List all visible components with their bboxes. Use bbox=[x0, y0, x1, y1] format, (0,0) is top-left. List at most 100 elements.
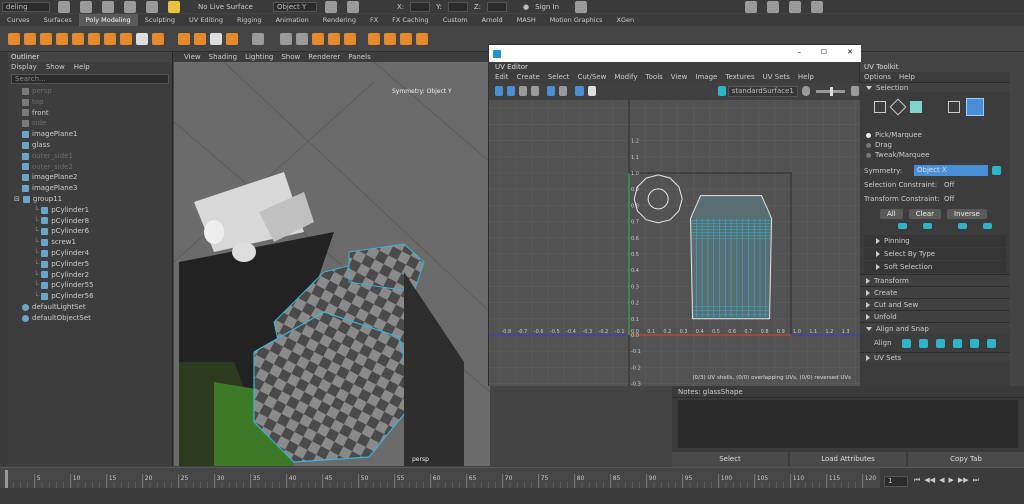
outliner-item[interactable]: outer_side1 bbox=[8, 151, 172, 162]
select-shell-icon[interactable] bbox=[983, 223, 992, 229]
menu-set-dropdown[interactable]: deling bbox=[2, 1, 50, 12]
snap-surface-icon[interactable] bbox=[168, 0, 180, 13]
gamma-icon[interactable] bbox=[850, 86, 859, 96]
outliner-item[interactable]: imagePlane1 bbox=[8, 129, 172, 140]
minimize-button[interactable]: – bbox=[798, 48, 802, 56]
go-start-icon[interactable]: ⏮ bbox=[914, 476, 920, 485]
uv-menu-item[interactable]: Image bbox=[695, 73, 717, 81]
outliner-item[interactable]: top bbox=[8, 97, 172, 108]
poly-cube-icon[interactable] bbox=[24, 32, 36, 45]
select-border-icon[interactable] bbox=[958, 223, 967, 229]
outliner-menu-item[interactable]: Help bbox=[74, 62, 90, 72]
poly-torus-icon[interactable] bbox=[72, 32, 84, 45]
toolkit-subsection[interactable]: Select By Type bbox=[864, 248, 1006, 260]
uv-checker-icon[interactable] bbox=[547, 86, 556, 96]
shelf-tab[interactable]: Sculpting bbox=[138, 14, 182, 26]
uv-menu-item[interactable]: Tools bbox=[646, 73, 663, 81]
selection-section-header[interactable]: Selection bbox=[860, 82, 1010, 92]
symmetry-settings-icon[interactable] bbox=[992, 166, 1001, 175]
uv-snap-icon[interactable] bbox=[519, 86, 528, 96]
toolkit-section[interactable]: Cut and Sew bbox=[860, 298, 1010, 310]
poly-cone-icon[interactable] bbox=[56, 32, 68, 45]
outliner-search-input[interactable]: Search... bbox=[11, 74, 169, 84]
outliner-item[interactable]: └ pCylinder4 bbox=[8, 248, 172, 259]
outliner-item[interactable]: └ pCylinder56 bbox=[8, 291, 172, 302]
uv-shaded-icon[interactable] bbox=[559, 86, 568, 96]
edge-mode-icon[interactable] bbox=[889, 98, 907, 116]
copy-tab-button[interactable]: Copy Tab bbox=[908, 452, 1024, 467]
shelf-tab[interactable]: Poly Modeling bbox=[78, 14, 138, 26]
bevel-icon[interactable] bbox=[400, 32, 412, 45]
selection-clear-button[interactable]: Clear bbox=[908, 209, 941, 219]
shrink-icon[interactable] bbox=[923, 223, 932, 229]
select-button[interactable]: Select bbox=[672, 452, 788, 467]
outliner-item[interactable]: imagePlane2 bbox=[8, 172, 172, 183]
uv-texture-icon[interactable] bbox=[575, 86, 584, 96]
outliner-item[interactable]: └ pCylinder55 bbox=[8, 280, 172, 291]
outliner-item[interactable]: defaultLightSet bbox=[8, 302, 172, 313]
viewport-menu-item[interactable]: Shading bbox=[209, 52, 237, 62]
outliner-item[interactable]: └ pCylinder6 bbox=[8, 226, 172, 237]
expand-toggle-icon[interactable]: ⊟ bbox=[14, 194, 20, 205]
sweep-mesh-icon[interactable] bbox=[152, 32, 164, 45]
shelf-tab[interactable]: XGen bbox=[610, 14, 642, 26]
uv-editor-titlebar[interactable]: – ☐ ✕ bbox=[489, 45, 861, 62]
shelf-tab[interactable]: Arnold bbox=[475, 14, 510, 26]
symmetry-dropdown-uv[interactable]: Object X bbox=[914, 165, 988, 176]
type-icon[interactable] bbox=[226, 32, 238, 45]
outliner-menu-item[interactable]: Show bbox=[46, 62, 65, 72]
toolkit-section[interactable]: Transform bbox=[860, 274, 1010, 286]
uv-mode-icon[interactable] bbox=[948, 101, 960, 113]
poly-plane-icon[interactable] bbox=[88, 32, 100, 45]
notes-field[interactable] bbox=[678, 400, 1018, 448]
viewport-menu-item[interactable]: View bbox=[184, 52, 201, 62]
sculpt-icon[interactable] bbox=[252, 32, 264, 45]
uv-menu-item[interactable]: Create bbox=[517, 73, 540, 81]
align-top-icon[interactable] bbox=[953, 338, 962, 348]
text-icon[interactable] bbox=[210, 32, 222, 45]
smooth-icon[interactable] bbox=[312, 32, 324, 45]
select-tool-icon[interactable] bbox=[58, 0, 70, 13]
star-icon[interactable] bbox=[178, 32, 190, 45]
selection-all-button[interactable]: All bbox=[880, 209, 903, 219]
tool-settings-icon[interactable] bbox=[811, 0, 824, 13]
boolean-icon[interactable] bbox=[328, 32, 340, 45]
align-right-icon[interactable] bbox=[936, 338, 945, 348]
selection-mode-radio[interactable]: Tweak/Marquee bbox=[866, 150, 1010, 160]
step-back-icon[interactable]: ◀◀ bbox=[924, 476, 935, 485]
shelf-tab[interactable]: MASH bbox=[510, 14, 543, 26]
uv-distortion-icon[interactable] bbox=[587, 86, 596, 96]
outliner-item[interactable]: glass bbox=[8, 140, 172, 151]
live-surface-label[interactable]: No Live Surface bbox=[198, 3, 253, 11]
uv-image-icon[interactable] bbox=[531, 86, 540, 96]
selection-mode-radio[interactable]: Drag bbox=[866, 140, 1010, 150]
uv-grid-icon[interactable] bbox=[507, 86, 516, 96]
uv-menu-item[interactable]: View bbox=[671, 73, 688, 81]
face-mode-icon[interactable] bbox=[910, 101, 922, 113]
super-shape-icon[interactable] bbox=[136, 32, 148, 45]
uv-menu-item[interactable]: Textures bbox=[725, 73, 754, 81]
uv-grid-canvas[interactable]: -0.8 -0.7 -0.6 -0.5 -0.4 -0.3 -0.2 -0.1 0.0 0.1 0.… bbox=[489, 100, 861, 386]
go-end-icon[interactable]: ⏭ bbox=[973, 476, 979, 485]
shelf-tab[interactable]: UV Editing bbox=[182, 14, 230, 26]
uv-menu-item[interactable]: Edit bbox=[495, 73, 509, 81]
load-attributes-button[interactable]: Load Attributes bbox=[790, 452, 906, 467]
snap-curve-icon[interactable] bbox=[102, 0, 114, 13]
uv-shell-mode-icon[interactable] bbox=[966, 98, 984, 116]
outliner-item[interactable]: └ pCylinder1 bbox=[8, 205, 172, 216]
mirror-icon[interactable] bbox=[344, 32, 356, 45]
selection-inverse-button[interactable]: Inverse bbox=[947, 209, 987, 219]
time-slider[interactable]: 5 10 15 20 25 30 35 40 45 50 55 60 65 70 75 80 85 90 95 100… bbox=[0, 467, 1024, 504]
playhead[interactable] bbox=[5, 470, 8, 488]
x-field[interactable] bbox=[410, 1, 431, 12]
transform-constraint-value[interactable]: Off bbox=[944, 193, 954, 205]
selection-mode-radio[interactable]: Pick/Marquee bbox=[866, 130, 1010, 140]
align-middle-icon[interactable] bbox=[970, 338, 979, 348]
uv-menu-item[interactable]: UV Sets bbox=[763, 73, 790, 81]
uv-sets-section[interactable]: UV Sets bbox=[860, 352, 1010, 362]
align-left-icon[interactable] bbox=[902, 338, 911, 348]
shelf-tab[interactable]: Motion Graphics bbox=[543, 14, 610, 26]
texture-toggle-icon[interactable] bbox=[717, 86, 726, 96]
outliner-item[interactable]: └ pCylinder2 bbox=[8, 270, 172, 281]
toolkit-subsection[interactable]: Soft Selection bbox=[864, 261, 1006, 273]
